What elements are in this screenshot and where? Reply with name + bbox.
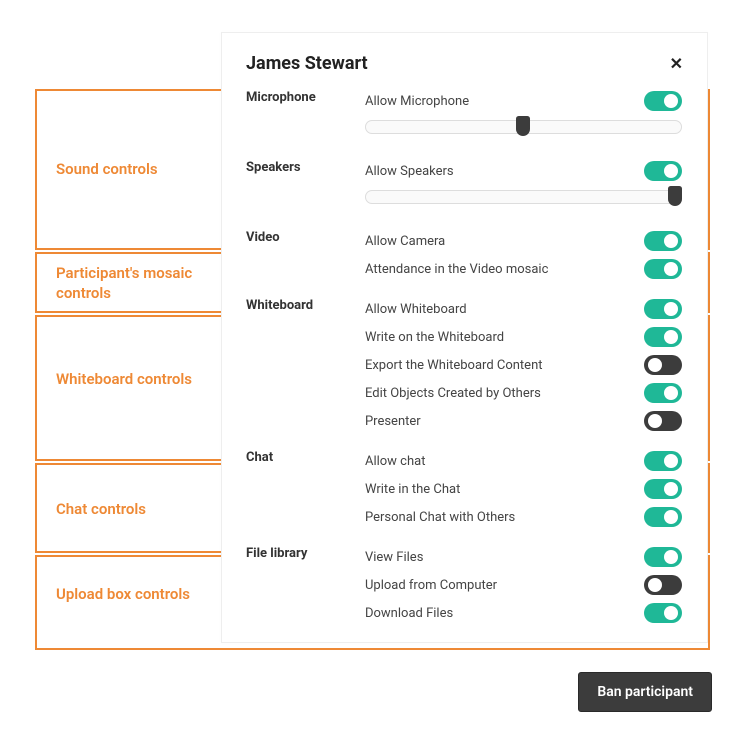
allow-speakers-label: Allow Speakers	[365, 164, 454, 179]
presenter-label: Presenter	[365, 414, 421, 429]
write-whiteboard-toggle[interactable]	[644, 327, 682, 347]
allow-chat-toggle[interactable]	[644, 451, 682, 471]
speakers-heading: Speakers	[246, 160, 361, 175]
whiteboard-group: Whiteboard Allow Whiteboard Write on the…	[246, 298, 683, 432]
microphone-slider-thumb[interactable]	[516, 116, 530, 136]
edit-others-whiteboard-toggle[interactable]	[644, 383, 682, 403]
speakers-slider-thumb[interactable]	[668, 186, 682, 206]
allow-microphone-label: Allow Microphone	[365, 94, 469, 109]
view-files-toggle[interactable]	[644, 547, 682, 567]
allow-chat-label: Allow chat	[365, 454, 426, 469]
presenter-toggle[interactable]	[644, 411, 682, 431]
microphone-level-slider[interactable]	[365, 120, 682, 134]
participant-settings-panel: James Stewart ✕ Microphone Allow Microph…	[221, 32, 708, 643]
export-whiteboard-label: Export the Whiteboard Content	[365, 358, 543, 373]
video-heading: Video	[246, 230, 361, 245]
personal-chat-label: Personal Chat with Others	[365, 510, 515, 525]
mosaic-controls-label: Participant's mosaic controls	[56, 264, 206, 303]
upload-files-label: Upload from Computer	[365, 578, 497, 593]
upload-files-toggle[interactable]	[644, 575, 682, 595]
file-library-heading: File library	[246, 546, 361, 561]
whiteboard-controls-label: Whiteboard controls	[56, 370, 192, 390]
panel-title: James Stewart	[246, 53, 368, 74]
microphone-group: Microphone Allow Microphone	[246, 90, 683, 142]
view-files-label: View Files	[365, 550, 423, 565]
chat-group: Chat Allow chat Write in the Chat Person…	[246, 450, 683, 528]
allow-speakers-toggle[interactable]	[644, 161, 682, 181]
ban-participant-button[interactable]: Ban participant	[578, 672, 712, 712]
download-files-label: Download Files	[365, 606, 453, 621]
close-icon[interactable]: ✕	[670, 54, 683, 73]
speakers-group: Speakers Allow Speakers	[246, 160, 683, 212]
speakers-level-slider[interactable]	[365, 190, 682, 204]
allow-whiteboard-toggle[interactable]	[644, 299, 682, 319]
allow-microphone-toggle[interactable]	[644, 91, 682, 111]
video-mosaic-label: Attendance in the Video mosaic	[365, 262, 548, 277]
edit-others-whiteboard-label: Edit Objects Created by Others	[365, 386, 541, 401]
export-whiteboard-toggle[interactable]	[644, 355, 682, 375]
personal-chat-toggle[interactable]	[644, 507, 682, 527]
write-chat-toggle[interactable]	[644, 479, 682, 499]
allow-camera-toggle[interactable]	[644, 231, 682, 251]
video-group: Video Allow Camera Attendance in the Vid…	[246, 230, 683, 280]
write-whiteboard-label: Write on the Whiteboard	[365, 330, 504, 345]
write-chat-label: Write in the Chat	[365, 482, 460, 497]
microphone-heading: Microphone	[246, 90, 361, 105]
chat-controls-label: Chat controls	[56, 500, 146, 520]
whiteboard-heading: Whiteboard	[246, 298, 361, 313]
download-files-toggle[interactable]	[644, 603, 682, 623]
allow-whiteboard-label: Allow Whiteboard	[365, 302, 467, 317]
allow-camera-label: Allow Camera	[365, 234, 445, 249]
video-mosaic-toggle[interactable]	[644, 259, 682, 279]
file-library-group: File library View Files Upload from Comp…	[246, 546, 683, 624]
sound-controls-label: Sound controls	[56, 160, 158, 180]
chat-heading: Chat	[246, 450, 361, 465]
upload-controls-label: Upload box controls	[56, 585, 190, 605]
